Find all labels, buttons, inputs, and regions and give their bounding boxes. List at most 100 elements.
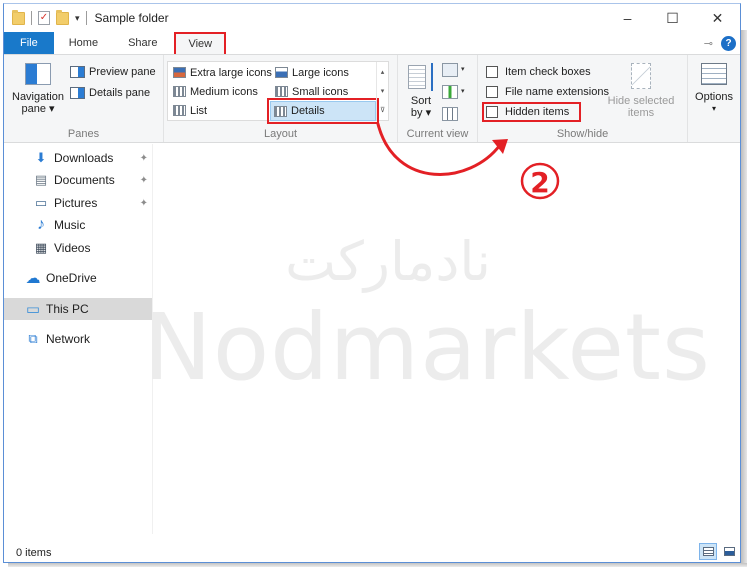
maximize-button[interactable]: ☐ [650,4,695,32]
layout-large-icons[interactable]: Large icons [272,64,352,81]
quick-access-toolbar: ✓ ▾ [4,9,87,25]
nav-item-videos[interactable]: ▦ Videos [4,237,152,259]
item-check-boxes-checkbox[interactable] [486,66,498,78]
nav-item-downloads[interactable]: ⬇ Downloads ✦ [4,147,152,169]
new-folder-icon[interactable] [56,9,69,25]
nav-item-this-pc[interactable]: ▭ This PC [4,298,152,320]
details-pane-label: Details pane [89,87,151,99]
ribbon-tabs: File Home Share View ⊸ ? [4,32,740,55]
file-name-extensions-option[interactable]: File name extensions [486,86,609,98]
options-label: Options [695,91,733,103]
help-icon[interactable]: ? [721,35,736,51]
window-title: Sample folder [94,11,169,25]
details-pane-button[interactable]: Details pane [70,87,150,99]
toolbar-separator [31,11,32,25]
checkbox-label: Item check boxes [505,66,591,78]
pin-icon[interactable]: ✦ [140,175,148,186]
hide-selected-label: Hide selected [607,95,675,107]
group-current-view: Sort by ▾ ▾ ▾ Current view [398,55,478,142]
layout-gallery-scroll[interactable]: ▴ ▾ ⊽ [376,62,388,120]
hide-selected-icon [631,63,651,89]
window-shadow [741,30,747,566]
file-name-extensions-checkbox[interactable] [486,86,498,98]
item-check-boxes-option[interactable]: Item check boxes [486,66,591,78]
file-explorer-window: ✓ ▾ Sample folder – ☐ ✕ File Home Share … [3,3,741,563]
layout-item-label: List [190,104,208,117]
title-bar: ✓ ▾ Sample folder – ☐ ✕ [4,4,740,32]
list-icon [173,105,186,116]
folder-icon [12,9,25,25]
scroll-down-icon[interactable]: ▾ [381,87,385,95]
toolbar-separator [85,11,87,25]
pictures-icon: ▭ [34,195,48,210]
sort-dropdown: by ▾ [410,107,432,119]
hidden-items-option[interactable]: Hidden items [481,102,582,122]
nav-item-label: Downloads [54,151,114,165]
pin-icon[interactable]: ✦ [140,153,148,164]
layout-small-icons[interactable]: Small icons [272,83,351,100]
scroll-up-icon[interactable]: ▴ [381,68,385,76]
layout-details[interactable]: Details [267,98,379,124]
preview-pane-button[interactable]: Preview pane [70,66,156,78]
group-panes: Navigation pane ▾ Preview pane Details p… [4,55,164,142]
expand-gallery-icon[interactable]: ⊽ [380,106,385,114]
layout-extra-large-icons[interactable]: Extra large icons [170,64,275,81]
options-button[interactable]: Options ▾ [692,63,736,115]
group-options: Options ▾ [688,55,738,142]
nav-item-onedrive[interactable]: ☁ OneDrive [4,267,152,289]
navigation-pane: ⬇ Downloads ✦ ▤ Documents ✦ ▭ Pictures ✦… [4,144,152,534]
large-icons-view-icon [723,547,735,556]
downloads-icon: ⬇ [35,150,47,165]
nav-item-label: Music [54,218,86,232]
tab-file[interactable]: File [4,32,54,54]
properties-icon[interactable]: ✓ [38,11,50,25]
large-icons-view-button[interactable] [720,543,738,560]
details-pane-icon [70,87,85,99]
nav-item-label: Network [46,332,91,346]
navigation-pane-button[interactable]: Navigation pane ▾ [10,63,66,115]
nav-item-network[interactable]: ⧉ Network [4,328,152,350]
tab-view[interactable]: View [174,32,227,54]
add-columns-icon[interactable] [442,85,458,99]
minimize-button[interactable]: – [605,4,650,32]
pin-icon[interactable]: ✦ [140,198,148,209]
nav-item-documents[interactable]: ▤ Documents ✦ [4,169,152,191]
extra-large-icons-icon [173,67,186,78]
pin-ribbon-icon[interactable]: ⊸ [704,37,713,50]
file-list-area[interactable]: نادمارکت Nodmarkets [143,144,741,534]
navigation-pane-label: Navigation [12,91,64,103]
sort-icon [408,63,434,91]
checkbox-label: File name extensions [505,86,609,98]
this-pc-icon: ▭ [25,301,41,318]
large-icons-icon [275,67,288,78]
close-button[interactable]: ✕ [695,4,740,32]
group-label-show-hide: Show/hide [556,128,609,140]
customize-dropdown-icon[interactable]: ▾ [75,13,80,24]
layout-list[interactable]: List [170,102,210,119]
preview-pane-label: Preview pane [89,66,156,78]
tab-share[interactable]: Share [113,32,172,54]
tab-home[interactable]: Home [54,32,113,54]
nav-item-music[interactable]: ♪ Music [4,214,152,236]
hide-selected-label-2: items [627,107,655,119]
layout-item-label: Extra large icons [190,66,272,79]
options-icon [701,63,727,85]
nav-item-pictures[interactable]: ▭ Pictures ✦ [4,192,152,214]
layout-medium-icons[interactable]: Medium icons [170,83,261,100]
details-view-button[interactable] [699,543,717,560]
sort-label: Sort [410,95,432,107]
window-shadow-bottom [8,563,747,567]
layout-item-label: Large icons [292,66,349,79]
small-icons-icon [275,86,288,97]
group-by-icon[interactable] [442,63,458,77]
sort-by-button[interactable]: Sort by ▾ [406,63,436,119]
nav-item-label: OneDrive [46,271,97,285]
group-layout: Extra large icons Large icons Medium ico… [164,55,398,142]
hidden-items-checkbox[interactable] [486,106,498,118]
hide-selected-items-button[interactable]: Hide selected items [606,63,676,119]
add-columns-dropdown-icon[interactable]: ▾ [461,87,465,95]
size-columns-to-fit-icon[interactable] [442,107,458,121]
group-by-dropdown-icon[interactable]: ▾ [461,65,465,73]
layout-item-label: Details [291,105,325,117]
layout-gallery: Extra large icons Large icons Medium ico… [167,61,389,124]
